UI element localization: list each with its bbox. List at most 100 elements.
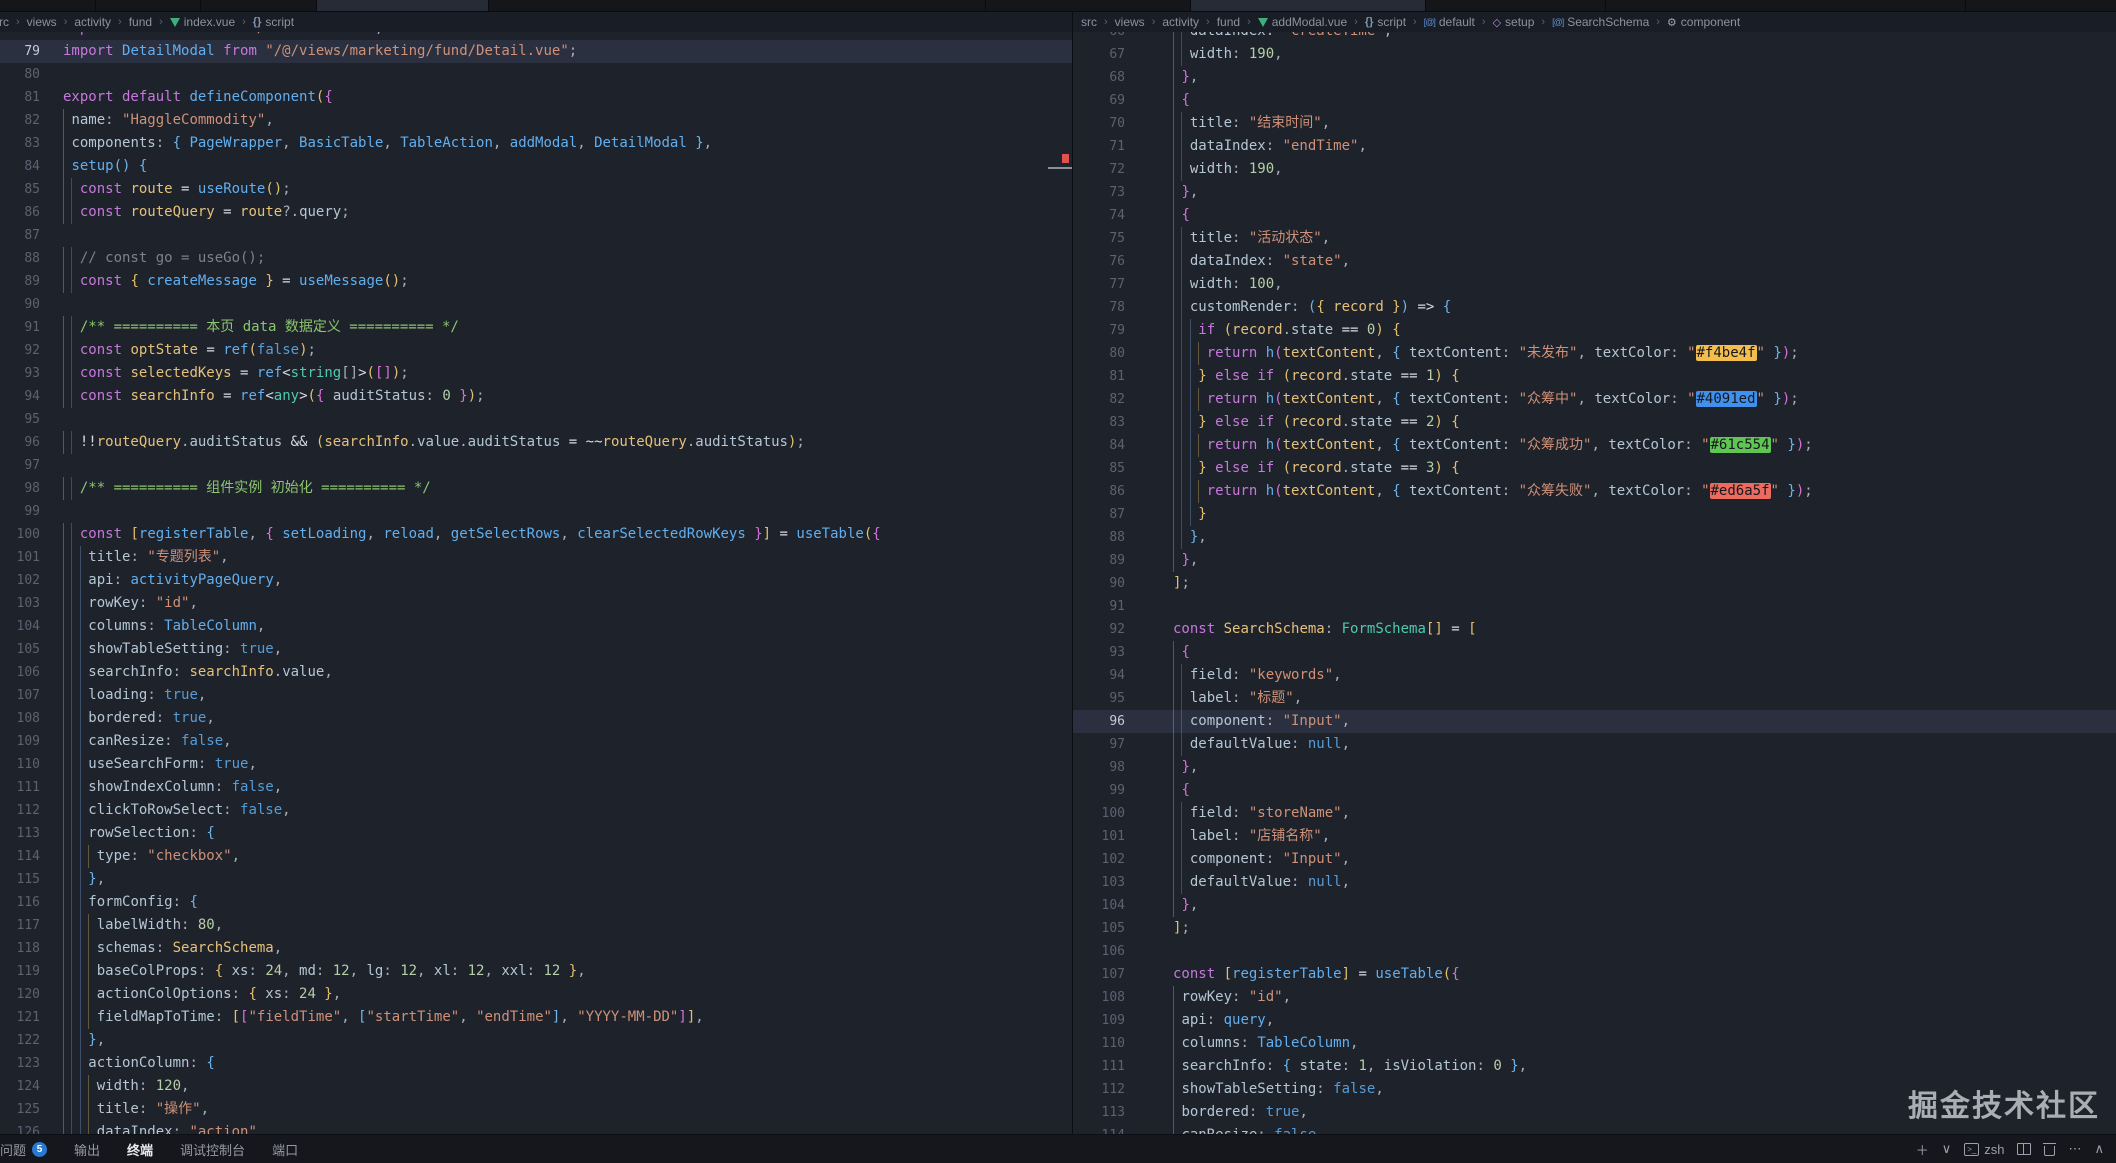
code-line-102[interactable]: 102 component: "Input",	[1073, 848, 2116, 871]
breadcrumb-right[interactable]: src›views›activity›fund›addModal.vue›{}s…	[1073, 12, 2116, 32]
code-line-124[interactable]: 124 width: 120,	[0, 1075, 1072, 1098]
code-line-96[interactable]: 96 !!routeQuery.auditStatus && (searchIn…	[0, 431, 1072, 454]
code-line-87[interactable]: 87 }	[1073, 503, 2116, 526]
line-number[interactable]: 84	[1073, 434, 1125, 457]
breadcrumb-item-src[interactable]: src	[0, 15, 9, 29]
code-line-92[interactable]: 92const SearchSchema: FormSchema[] = [	[1073, 618, 2116, 641]
line-number[interactable]: 78	[0, 32, 40, 40]
line-number[interactable]: 111	[1073, 1055, 1125, 1078]
code-line-118[interactable]: 118 schemas: SearchSchema,	[0, 937, 1072, 960]
code-line-91[interactable]: 91 /** ========== 本页 data 数据定义 =========…	[0, 316, 1072, 339]
line-number[interactable]: 84	[0, 155, 40, 178]
active-tab-remnant-left[interactable]	[316, 0, 488, 11]
code-line-77[interactable]: 77 width: 100,	[1073, 273, 2116, 296]
line-number[interactable]: 74	[1073, 204, 1125, 227]
line-number[interactable]: 102	[1073, 848, 1125, 871]
line-number[interactable]: 104	[1073, 894, 1125, 917]
line-number[interactable]: 68	[1073, 66, 1125, 89]
code-line-98[interactable]: 98 /** ========== 组件实例 初始化 ========== */	[0, 477, 1072, 500]
code-line-103[interactable]: 103 rowKey: "id",	[0, 592, 1072, 615]
code-line-84[interactable]: 84 return h(textContent, { textContent: …	[1073, 434, 2116, 457]
line-number[interactable]: 88	[1073, 526, 1125, 549]
line-number[interactable]: 97	[1073, 733, 1125, 756]
line-number[interactable]: 123	[0, 1052, 40, 1075]
code-region-right[interactable]: 66 dataIndex: "createTime",67 width: 190…	[1073, 32, 2116, 1135]
line-number[interactable]: 79	[0, 40, 40, 63]
code-line-69[interactable]: 69 {	[1073, 89, 2116, 112]
code-line-107[interactable]: 107const [registerTable] = useTable({	[1073, 963, 2116, 986]
line-number[interactable]: 72	[1073, 158, 1125, 181]
code-line-110[interactable]: 110 columns: TableColumn,	[1073, 1032, 2116, 1055]
line-number[interactable]: 83	[0, 132, 40, 155]
line-number[interactable]: 105	[1073, 917, 1125, 940]
line-number[interactable]: 112	[0, 799, 40, 822]
line-number[interactable]: 89	[0, 270, 40, 293]
line-number[interactable]: 107	[1073, 963, 1125, 986]
breadcrumb-item-default[interactable]: [@]default	[1424, 15, 1475, 29]
code-line-88[interactable]: 88 // const go = useGo();	[0, 247, 1072, 270]
line-number[interactable]: 117	[0, 914, 40, 937]
code-line-109[interactable]: 109 api: query,	[1073, 1009, 2116, 1032]
code-line-75[interactable]: 75 title: "活动状态",	[1073, 227, 2116, 250]
breadcrumb-item-activity[interactable]: activity	[1162, 15, 1199, 29]
code-line-101[interactable]: 101 label: "店铺名称",	[1073, 825, 2116, 848]
line-number[interactable]: 108	[1073, 986, 1125, 1009]
code-line-97[interactable]: 97	[0, 454, 1072, 477]
line-number[interactable]: 113	[1073, 1101, 1125, 1124]
code-line-95[interactable]: 95	[0, 408, 1072, 431]
code-region-left[interactable]: 78import addModal from "./addModal.vue";…	[0, 32, 1072, 1135]
line-number[interactable]: 86	[1073, 480, 1125, 503]
line-number[interactable]: 90	[1073, 572, 1125, 595]
code-line-103[interactable]: 103 defaultValue: null,	[1073, 871, 2116, 894]
line-number[interactable]: 70	[1073, 112, 1125, 135]
code-line-89[interactable]: 89 },	[1073, 549, 2116, 572]
line-number[interactable]: 114	[0, 845, 40, 868]
code-line-114[interactable]: 114 type: "checkbox",	[0, 845, 1072, 868]
code-line-90[interactable]: 90	[0, 293, 1072, 316]
line-number[interactable]: 113	[0, 822, 40, 845]
line-number[interactable]: 81	[1073, 365, 1125, 388]
code-line-100[interactable]: 100 field: "storeName",	[1073, 802, 2116, 825]
code-line-120[interactable]: 120 actionColOptions: { xs: 24 },	[0, 983, 1072, 1006]
code-line-107[interactable]: 107 loading: true,	[0, 684, 1072, 707]
breadcrumb-left[interactable]: src›views›activity›fund›index.vue›{}scri…	[0, 12, 1072, 32]
code-line-104[interactable]: 104 columns: TableColumn,	[0, 615, 1072, 638]
breadcrumb-item-fund[interactable]: fund	[1217, 15, 1240, 29]
more-actions-icon[interactable]: ⋯	[2068, 1141, 2081, 1157]
code-line-73[interactable]: 73 },	[1073, 181, 2116, 204]
code-line-90[interactable]: 90];	[1073, 572, 2116, 595]
line-number[interactable]: 104	[0, 615, 40, 638]
line-number[interactable]: 100	[1073, 802, 1125, 825]
line-number[interactable]: 105	[0, 638, 40, 661]
line-number[interactable]: 80	[0, 63, 40, 86]
line-number[interactable]: 67	[1073, 43, 1125, 66]
terminal-profile-dropdown-icon[interactable]: ∨	[1942, 1141, 1952, 1157]
line-number[interactable]: 125	[0, 1098, 40, 1121]
code-line-100[interactable]: 100 const [registerTable, { setLoading, …	[0, 523, 1072, 546]
line-number[interactable]: 76	[1073, 250, 1125, 273]
line-number[interactable]: 103	[1073, 871, 1125, 894]
code-line-94[interactable]: 94 const searchInfo = ref<any>({ auditSt…	[0, 385, 1072, 408]
line-number[interactable]: 91	[1073, 595, 1125, 618]
code-line-102[interactable]: 102 api: activityPageQuery,	[0, 569, 1072, 592]
code-line-67[interactable]: 67 width: 190,	[1073, 43, 2116, 66]
line-number[interactable]: 97	[0, 454, 40, 477]
line-number[interactable]: 78	[1073, 296, 1125, 319]
line-number[interactable]: 95	[0, 408, 40, 431]
line-number[interactable]: 110	[1073, 1032, 1125, 1055]
line-number[interactable]: 83	[1073, 411, 1125, 434]
editor-tab-strip[interactable]	[0, 0, 2116, 12]
line-number[interactable]: 95	[1073, 687, 1125, 710]
breadcrumb-item-script[interactable]: {}script	[1365, 15, 1406, 29]
line-number[interactable]: 119	[0, 960, 40, 983]
maximize-panel-icon[interactable]: ∧	[2094, 1141, 2104, 1157]
line-number[interactable]: 96	[1073, 710, 1125, 733]
line-number[interactable]: 93	[1073, 641, 1125, 664]
code-line-116[interactable]: 116 formConfig: {	[0, 891, 1072, 914]
breadcrumb-item-script[interactable]: {}script	[253, 15, 294, 29]
split-terminal-icon[interactable]	[2017, 1143, 2031, 1155]
code-line-121[interactable]: 121 fieldMapToTime: [["fieldTime", ["sta…	[0, 1006, 1072, 1029]
line-number[interactable]: 81	[0, 86, 40, 109]
code-line-82[interactable]: 82 return h(textContent, { textContent: …	[1073, 388, 2116, 411]
line-number[interactable]: 85	[0, 178, 40, 201]
